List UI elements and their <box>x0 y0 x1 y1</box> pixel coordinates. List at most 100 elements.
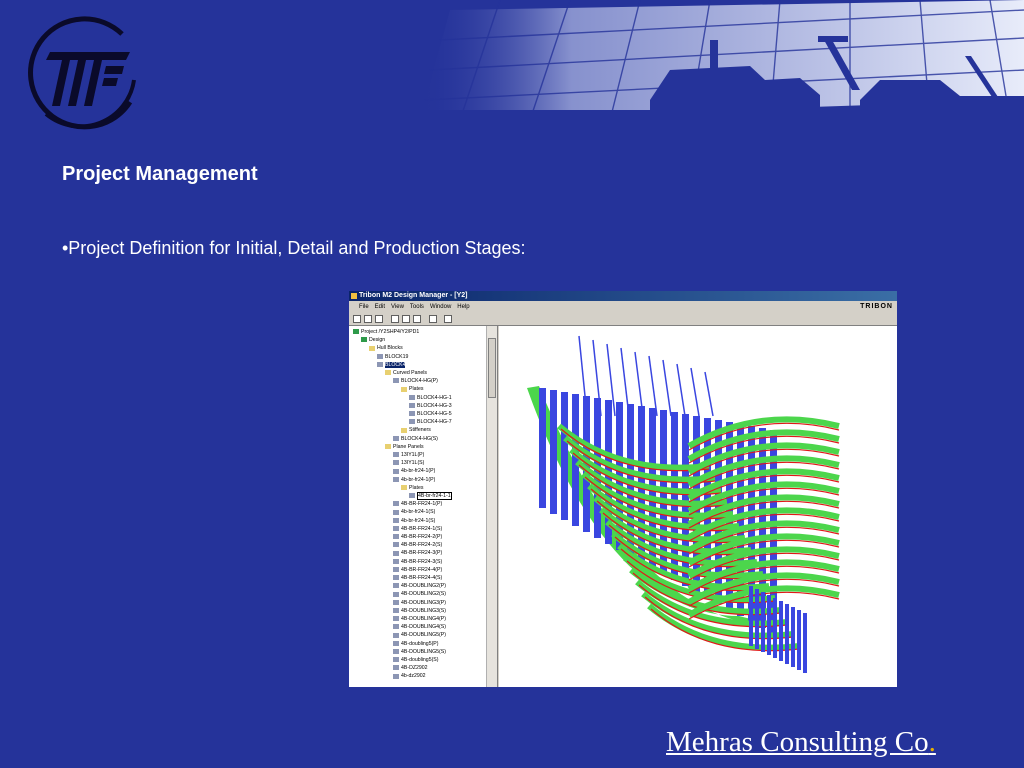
tree-node[interactable]: 13IY1L(P) <box>393 451 424 459</box>
slide-heading: Project Management <box>62 163 258 185</box>
slide-bullet: •Project Definition for Initial, Detail … <box>62 238 526 258</box>
tree-node[interactable]: BLOCK4-HG-5 <box>409 410 452 418</box>
folder-icon <box>385 370 391 376</box>
model-viewport[interactable] <box>499 326 897 687</box>
tree-node[interactable]: 4B-DOUBLING2(P) <box>393 582 446 590</box>
tree-node[interactable]: Curved Panels <box>385 369 427 377</box>
tree-node[interactable]: Plates <box>401 484 423 492</box>
tree-node[interactable]: 4B-DZ2902 <box>393 664 428 672</box>
tree-node-label: Stiffeners <box>409 427 431 434</box>
tree-node[interactable]: BLOCK4 <box>377 361 406 369</box>
tree-node[interactable]: Plane Panels <box>385 443 424 451</box>
block-icon <box>377 361 383 367</box>
tree-scrollbar[interactable] <box>486 326 497 687</box>
tree-node[interactable]: 4B-DOUBLING3(P) <box>393 599 446 607</box>
menu-file[interactable]: File <box>349 301 372 313</box>
footer-period: . <box>928 726 936 758</box>
print-icon[interactable] <box>429 315 437 323</box>
copy-icon[interactable] <box>402 315 410 323</box>
tree-node[interactable]: Project /Y2SHP4/Y2/PD1 <box>353 328 419 336</box>
open-folder-icon[interactable] <box>364 315 372 323</box>
tree-node[interactable]: 4b-br-fr24-1(P) <box>393 476 435 484</box>
tree-node[interactable]: 4B-BR-FR24-2(P) <box>393 533 442 541</box>
tree-node[interactable]: 4B-doubling5(P) <box>393 640 439 648</box>
panel-icon <box>393 525 399 531</box>
tree-node[interactable]: 4B-DOUBLING2(S) <box>393 590 446 598</box>
tree-node[interactable]: 4B-DOUBLING4(S) <box>393 623 446 631</box>
tree-node-label: 4B-BR-FR24-2(P) <box>401 534 443 540</box>
tree-node-label: Plates <box>409 386 424 393</box>
tree-node-label: 4B-BR-FR24-1(P) <box>401 501 443 508</box>
tree-node-label: 4B-BR-FR24-1(S) <box>401 525 443 532</box>
tree-node-label: 4B-DOUBLING2(S) <box>401 591 446 598</box>
tree-node[interactable]: 4B-BR-FR24-4(P) <box>393 566 442 574</box>
tree-node-label: 4b-br-fr24-1(P) <box>401 476 436 483</box>
tree-node[interactable]: 4B-doubling5(S) <box>393 656 439 664</box>
tree-node[interactable]: 4B-BR-FR24-3(P) <box>393 549 442 557</box>
tree-node[interactable]: BLOCK4-HG(S) <box>393 435 438 443</box>
tree-node[interactable]: 4b-br-fr24-1(S) <box>393 517 435 525</box>
tree-node[interactable]: 4B-BR-FR24-1(S) <box>393 525 442 533</box>
tree-node[interactable]: Design <box>361 336 385 344</box>
cut-icon[interactable] <box>391 315 399 323</box>
tree-node-label: BLOCK4-HG-3 <box>417 402 452 409</box>
tree-node[interactable]: BLOCK19 <box>377 353 408 361</box>
menu-view[interactable]: View <box>388 301 407 313</box>
menu-edit[interactable]: Edit <box>372 301 388 313</box>
app-title-bar: Tribon M2 Design Manager - [Y2] <box>349 291 897 301</box>
tree-node[interactable]: 13IY1L(S) <box>393 459 424 467</box>
stiffener-plate <box>803 613 807 673</box>
tree-node[interactable]: 4B-DOUBLING5(P) <box>393 631 446 639</box>
panel-icon <box>393 607 399 613</box>
tree-node[interactable]: 4b-dz2902 <box>393 672 426 680</box>
tree-node[interactable]: 4B-BR-FR24-1(P) <box>393 500 442 508</box>
tree-node[interactable]: 4b-br-fr24-1(S) <box>393 508 435 516</box>
menu-window[interactable]: Window <box>427 301 454 313</box>
menu-tools[interactable]: Tools <box>407 301 427 313</box>
stiffener-plate <box>797 610 801 670</box>
help-icon[interactable] <box>444 315 452 323</box>
tree-node[interactable]: 4B-DOUBLING4(P) <box>393 615 446 623</box>
panel-icon <box>393 509 399 515</box>
tree-node-label: 4B-br-fr24-1-1 <box>417 492 452 500</box>
tree-node[interactable]: Stiffeners <box>401 426 431 434</box>
tree-node-label: BLOCK4 <box>385 361 406 368</box>
tree-node-label: Plates <box>409 484 424 491</box>
tree-node[interactable]: Plates <box>401 385 423 393</box>
tree-node[interactable]: 4B-DOUBLING3(S) <box>393 607 446 615</box>
tree-node[interactable]: BLOCK4-HG-7 <box>409 418 452 426</box>
tree-node-label: 4b-br-fr24-1(S) <box>401 509 436 516</box>
menu-help[interactable]: Help <box>454 301 472 313</box>
tree-node-label: 4B-DZ2902 <box>401 665 428 672</box>
tree-node[interactable]: 4B-DOUBLING5(S) <box>393 648 446 656</box>
tree-node[interactable]: BLOCK4-HG-3 <box>409 402 452 410</box>
panel-icon <box>393 632 399 638</box>
plate-icon <box>409 419 415 425</box>
scrollbar-thumb[interactable] <box>488 338 496 398</box>
panel-icon <box>393 657 399 663</box>
panel-icon <box>393 665 399 671</box>
panel-icon <box>393 599 399 605</box>
panel-icon <box>393 558 399 564</box>
hull-block-model <box>527 335 840 673</box>
tree-node[interactable]: 4B-BR-FR24-4(S) <box>393 574 442 582</box>
new-file-icon[interactable] <box>353 315 361 323</box>
save-icon[interactable] <box>375 315 383 323</box>
stiffener-plate <box>550 390 557 514</box>
app-window-title: Tribon M2 Design Manager - [Y2] <box>359 292 468 299</box>
tree-node[interactable]: BLOCK4-HG-1 <box>409 394 452 402</box>
panel-icon <box>393 435 399 441</box>
panel-icon <box>393 468 399 474</box>
plate-icon <box>409 394 415 400</box>
stiffener-plate <box>767 595 771 655</box>
tree-node-label: 4B-DOUBLING3(P) <box>401 599 446 606</box>
tree-node[interactable]: 4B-BR-FR24-3(S) <box>393 558 442 566</box>
tree-node[interactable]: 4B-br-fr24-1-1 <box>409 492 452 500</box>
paste-icon[interactable] <box>413 315 421 323</box>
tree-node-label: Plane Panels <box>393 443 424 450</box>
tree-node[interactable]: 4B-BR-FR24-2(S) <box>393 541 442 549</box>
tree-node[interactable]: 4b-br-fr24-1(P) <box>393 467 435 475</box>
stiffener-plate <box>572 394 579 526</box>
tree-node[interactable]: BLOCK4-HG(P) <box>393 377 438 385</box>
tree-node[interactable]: Hull Blocks <box>369 344 403 352</box>
